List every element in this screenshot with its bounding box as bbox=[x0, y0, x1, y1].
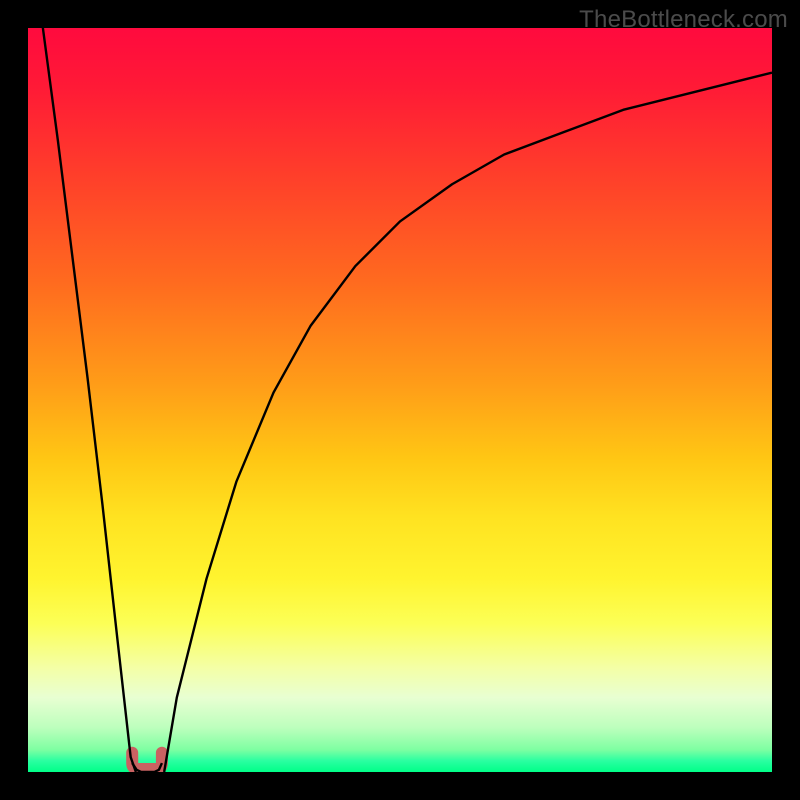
outer-frame: TheBottleneck.com bbox=[0, 0, 800, 800]
curve-left-descent bbox=[28, 28, 136, 772]
chart-svg bbox=[28, 28, 772, 772]
accent-valley-mark bbox=[132, 753, 162, 769]
plot-area bbox=[28, 28, 772, 772]
curve-right-ascent bbox=[164, 73, 772, 772]
watermark-text: TheBottleneck.com bbox=[579, 6, 788, 34]
curve-group bbox=[28, 28, 772, 772]
